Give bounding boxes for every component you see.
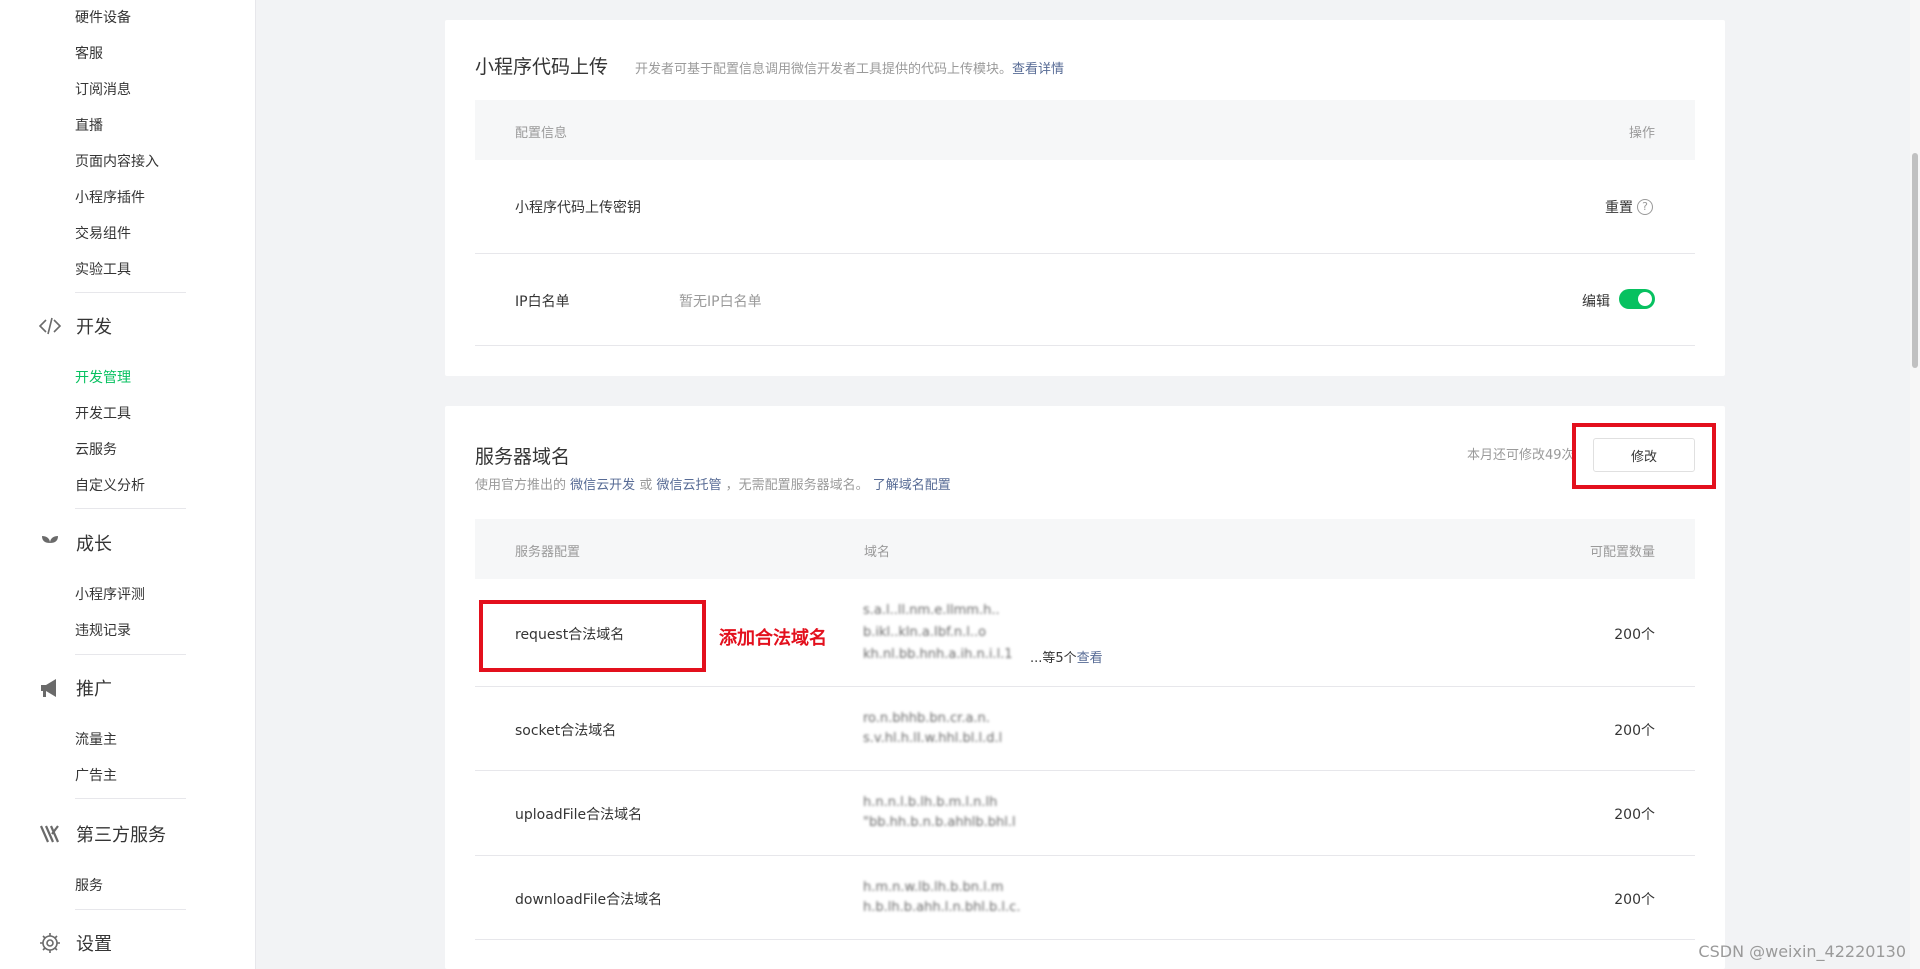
sidebar-item-trade-component[interactable]: 交易组件 [75, 223, 131, 243]
sidebar-item-customer-service[interactable]: 客服 [75, 43, 103, 63]
row-divider [475, 939, 1695, 940]
sidebar-group-label: 开发 [76, 317, 112, 338]
row-divider [475, 253, 1695, 254]
card-title: 小程序代码上传 [475, 56, 609, 78]
sidebar-divider [75, 508, 186, 509]
domain-value: h.m.n.w.lb.lh.b.bn.l.m [863, 880, 1004, 895]
uploadfile-domain-label: uploadFile合法域名 [515, 807, 643, 823]
sidebar-group-develop[interactable]: 开发 [38, 313, 112, 339]
domain-value: "bb.hh.b.n.b.ahhlb.bhl.l [863, 815, 1016, 830]
wechat-cloud-dev-link[interactable]: 微信云开发 [570, 478, 635, 493]
help-icon[interactable]: ? [1637, 199, 1653, 215]
domain-value: ro.n.bhhb.bn.cr.a.n. [863, 711, 990, 726]
sidebar-item-live[interactable]: 直播 [75, 115, 103, 135]
sidebar-item-custom-analysis[interactable]: 自定义分析 [75, 475, 145, 495]
annotation-add-domain: 添加合法域名 [719, 628, 827, 649]
server-domain-card: 服务器域名 使用官方推出的 微信云开发 或 微信云托管 ，无需配置服务器域名。 … [445, 406, 1725, 969]
sidebar-item-dev-management[interactable]: 开发管理 [75, 367, 131, 387]
sidebar-item-hardware[interactable]: 硬件设备 [75, 7, 131, 27]
socket-domain-label: socket合法域名 [515, 723, 617, 739]
sidebar-item-violation-record[interactable]: 违规记录 [75, 620, 131, 640]
sprout-icon [38, 531, 62, 555]
sidebar-divider [75, 654, 186, 655]
sidebar-item-cloud-service[interactable]: 云服务 [75, 439, 117, 459]
sidebar-divider [75, 292, 186, 293]
megaphone-icon [38, 676, 62, 700]
code-icon [38, 314, 62, 338]
sidebar-group-third-party[interactable]: 第三方服务 [38, 821, 166, 847]
watermark: CSDN @weixin_42220130 [1698, 942, 1906, 961]
sidebar-item-service[interactable]: 服务 [75, 875, 103, 895]
table-header: 服务器配置 域名 可配置数量 [475, 519, 1695, 579]
downloadfile-domain-label: downloadFile合法域名 [515, 892, 663, 908]
column-header-server: 服务器配置 [515, 545, 581, 560]
sidebar-divider [75, 909, 186, 910]
column-header-config: 配置信息 [515, 126, 568, 141]
reset-link[interactable]: 重置 [1605, 197, 1633, 217]
domain-more: ...等5个查看 [1030, 651, 1103, 666]
sidebar-item-experiment-tool[interactable]: 实验工具 [75, 259, 131, 279]
domain-value: h.n.n.l.b.lh.b.m.l.n.lh [863, 795, 998, 810]
gear-icon [38, 931, 62, 955]
scrollbar-thumb[interactable] [1912, 153, 1918, 368]
sidebar-item-advertiser[interactable]: 广告主 [75, 765, 117, 785]
page-scrollbar[interactable] [1910, 0, 1920, 969]
domain-value: h.b.lh.b.ahh.l.n.bhl.b.l.c. [863, 900, 1021, 915]
sidebar-item-subscribe-message[interactable]: 订阅消息 [75, 79, 131, 99]
sidebar-item-publisher[interactable]: 流量主 [75, 729, 117, 749]
sidebar-group-promotion[interactable]: 推广 [38, 675, 112, 701]
domain-count: 200个 [1614, 627, 1655, 643]
sidebar: 硬件设备 客服 订阅消息 直播 页面内容接入 小程序插件 交易组件 实验工具 开… [0, 0, 256, 969]
domain-count: 200个 [1614, 723, 1655, 739]
highlight-box-request [479, 600, 706, 672]
domain-count: 200个 [1614, 807, 1655, 823]
upload-key-label: 小程序代码上传密钥 [515, 200, 641, 216]
row-divider [475, 855, 1695, 856]
sidebar-divider [75, 798, 186, 799]
card-title: 服务器域名 [475, 446, 571, 468]
row-divider [475, 770, 1695, 771]
sidebar-group-label: 推广 [76, 679, 112, 700]
ip-whitelist-value: 暂无IP白名单 [679, 294, 762, 310]
view-more-link[interactable]: 查看 [1077, 651, 1103, 666]
sidebar-group-growth[interactable]: 成长 [38, 530, 112, 556]
ip-whitelist-label: IP白名单 [515, 294, 570, 310]
edit-link[interactable]: 编辑 [1582, 291, 1610, 311]
sidebar-group-settings[interactable]: 设置 [38, 930, 112, 956]
code-upload-card: 小程序代码上传 开发者可基于配置信息调用微信开发者工具提供的代码上传模块。查看详… [445, 20, 1725, 376]
column-header-domain: 域名 [864, 545, 891, 560]
card-description: 开发者可基于配置信息调用微信开发者工具提供的代码上传模块。查看详情 [635, 62, 1065, 77]
domain-value: kh.nl.bb.hnh.a.ih.n.i.l.1 [863, 647, 1013, 662]
domain-value: s.a.l..ll.nm.e.llmm.h.. [863, 603, 1000, 618]
column-header-count: 可配置数量 [1589, 545, 1655, 560]
column-header-action: 操作 [1628, 126, 1655, 141]
sidebar-item-page-content[interactable]: 页面内容接入 [75, 151, 159, 171]
sidebar-group-label: 设置 [76, 934, 112, 955]
highlight-box-modify [1572, 423, 1716, 489]
row-divider [475, 686, 1695, 687]
sidebar-group-label: 成长 [76, 534, 112, 555]
table-header: 配置信息 操作 [475, 100, 1695, 160]
sidebar-item-plugin[interactable]: 小程序插件 [75, 187, 145, 207]
wechat-cloud-hosting-link[interactable]: 微信云托管 [656, 478, 721, 493]
sidebar-item-dev-tools[interactable]: 开发工具 [75, 403, 131, 423]
domain-value: b.ikl..kln.a.Ibf.n.l..o [863, 625, 987, 640]
learn-domain-config-link[interactable]: 了解域名配置 [873, 478, 951, 493]
row-divider [475, 345, 1695, 346]
domain-count: 200个 [1614, 892, 1655, 908]
sidebar-item-evaluation[interactable]: 小程序评测 [75, 584, 145, 604]
sidebar-group-label: 第三方服务 [76, 825, 166, 846]
card-description: 使用官方推出的 微信云开发 或 微信云托管 ，无需配置服务器域名。 了解域名配置 [475, 478, 951, 493]
view-details-link[interactable]: 查看详情 [1012, 62, 1064, 77]
third-party-icon [38, 822, 62, 846]
modify-quota-text: 本月还可修改49次 [1467, 448, 1575, 463]
domain-value: s.v.hl.h.lI.w.hhl.bl.l.d.l [863, 731, 1003, 746]
ip-whitelist-toggle[interactable] [1619, 289, 1655, 309]
